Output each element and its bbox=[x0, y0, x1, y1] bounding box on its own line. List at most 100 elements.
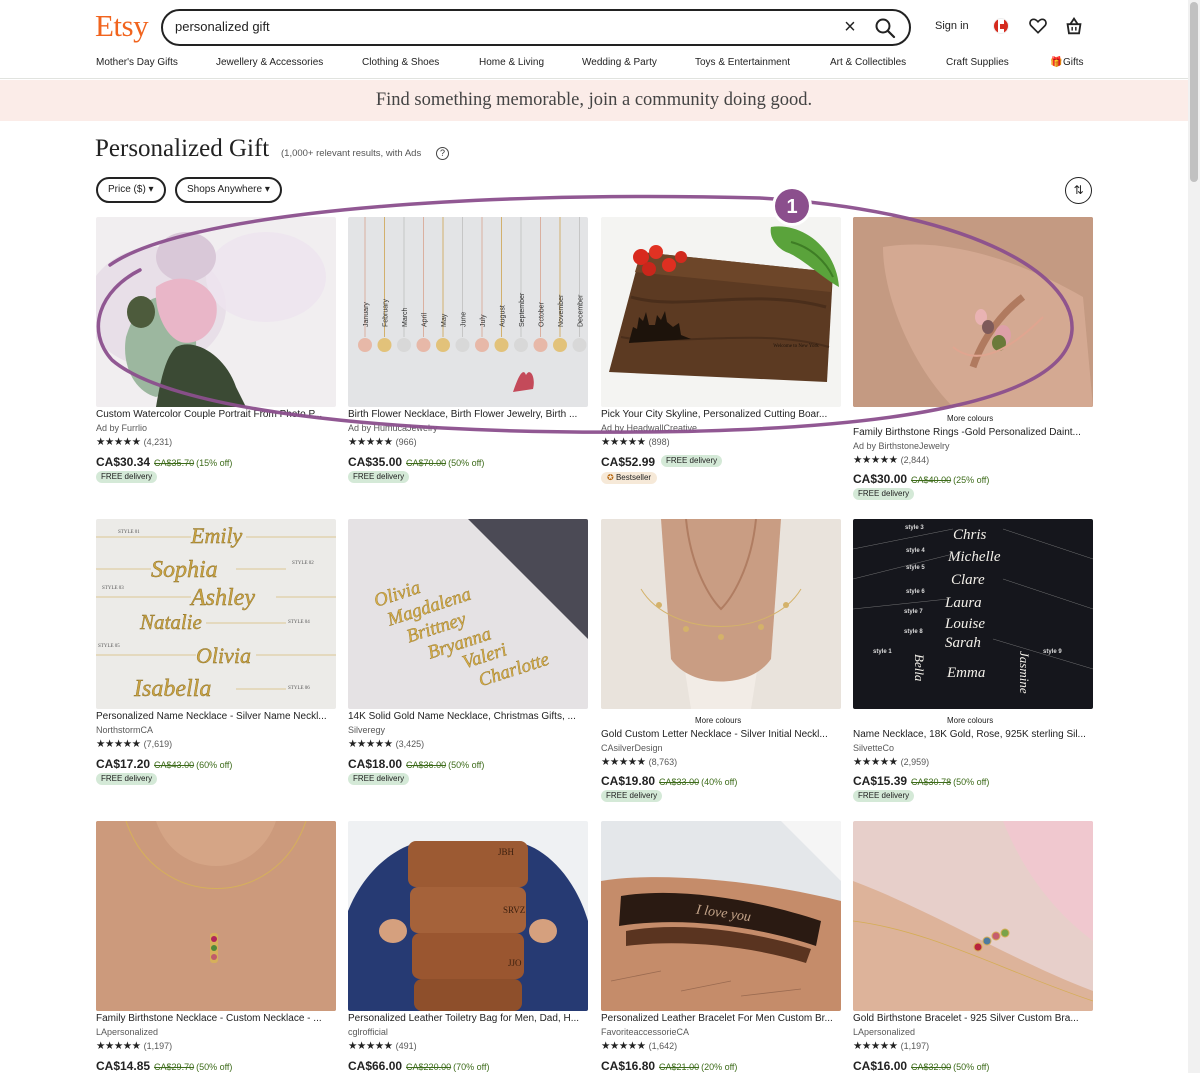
current-price: CA$18.00 bbox=[348, 757, 403, 771]
listing-title[interactable]: Pick Your City Skyline, Personalized Cut… bbox=[601, 409, 841, 420]
review-count: (7,619) bbox=[143, 739, 173, 749]
search-icon[interactable] bbox=[873, 16, 897, 40]
review-count: (3,425) bbox=[395, 739, 425, 749]
more-colours-badge: More colours bbox=[943, 413, 998, 424]
nav-art[interactable]: Art & Collectibles bbox=[830, 57, 906, 68]
discount: (50% off) bbox=[953, 1062, 990, 1072]
listing-title[interactable]: Personalized Leather Bracelet For Men Cu… bbox=[601, 1013, 841, 1024]
review-count: (2,844) bbox=[900, 455, 930, 465]
shop-name: cglrofficial bbox=[348, 1027, 388, 1037]
listing-title[interactable]: Custom Watercolor Couple Portrait From P… bbox=[96, 409, 336, 420]
shop-name: LApersonalized bbox=[96, 1027, 159, 1037]
nav-wedding[interactable]: Wedding & Party bbox=[582, 57, 657, 68]
current-price: CA$15.39 bbox=[853, 774, 908, 788]
listing-title[interactable]: Personalized Leather Toiletry Bag for Me… bbox=[348, 1013, 588, 1024]
name-chris: Chris bbox=[953, 527, 987, 543]
nav-mothers-day[interactable]: Mother's Day Gifts bbox=[96, 57, 178, 68]
listing-image[interactable] bbox=[96, 821, 336, 1011]
discount: (70% off) bbox=[453, 1062, 490, 1072]
price-filter-button[interactable]: Price ($) ▾ bbox=[96, 177, 166, 203]
free-delivery-badge: FREE delivery bbox=[853, 790, 915, 802]
listing-image[interactable] bbox=[853, 217, 1093, 407]
free-delivery-badge: FREE delivery bbox=[661, 455, 723, 467]
shop-name: Ad by HeadwallCreative bbox=[601, 423, 698, 433]
month-label: January bbox=[363, 302, 370, 327]
star-rating: ★★★★★ bbox=[601, 756, 646, 768]
month-label: February bbox=[383, 298, 390, 327]
nav-gifts-icon: 🎁 bbox=[1050, 57, 1063, 68]
shop-name: FavoriteaccessorieCA bbox=[601, 1027, 690, 1037]
nav-clothing[interactable]: Clothing & Shoes bbox=[362, 57, 439, 68]
style-label: STYLE 01 bbox=[118, 530, 140, 535]
price: CA$19.80 CA$33.00 (40% off) bbox=[601, 772, 737, 790]
cart-icon[interactable] bbox=[1063, 15, 1085, 37]
listing-image[interactable]: Chris Michelle Clare Laura Louise Sarah … bbox=[853, 519, 1093, 709]
style-label: STYLE 06 bbox=[288, 686, 310, 691]
listing-title[interactable]: Gold Custom Letter Necklace - Silver Ini… bbox=[601, 729, 841, 740]
nav-craft[interactable]: Craft Supplies bbox=[946, 57, 1009, 68]
page-scrollbar[interactable] bbox=[1188, 0, 1200, 1073]
sign-in-link[interactable]: Sign in bbox=[935, 20, 969, 32]
nav-jewellery[interactable]: Jewellery & Accessories bbox=[216, 57, 323, 68]
search-input[interactable] bbox=[175, 19, 815, 34]
listing-image[interactable] bbox=[601, 519, 841, 709]
month-label: May bbox=[441, 313, 448, 327]
price: CA$66.00 CA$220.00 (70% off) bbox=[348, 1057, 489, 1073]
discount: (60% off) bbox=[196, 760, 233, 770]
star-rating: ★★★★★ bbox=[96, 1040, 141, 1052]
price: CA$35.00 CA$70.00 (50% off) bbox=[348, 453, 484, 471]
pendant bbox=[416, 338, 431, 352]
etsy-logo[interactable]: Etsy bbox=[95, 8, 149, 44]
price: CA$15.39 CA$30.78 (50% off) bbox=[853, 772, 989, 790]
discount: (40% off) bbox=[701, 777, 738, 787]
listing-image[interactable]: I love you bbox=[601, 821, 841, 1011]
star-rating: ★★★★★ bbox=[348, 738, 393, 750]
rating: ★★★★★ (7,619) bbox=[96, 738, 172, 750]
promo-banner: Find something memorable, join a communi… bbox=[0, 80, 1188, 121]
listing-title[interactable]: Gold Birthstone Bracelet - 925 Silver Cu… bbox=[853, 1013, 1093, 1024]
help-icon[interactable]: ? bbox=[436, 147, 449, 160]
free-delivery-badge: FREE delivery bbox=[601, 790, 663, 802]
scrollbar-thumb[interactable] bbox=[1190, 2, 1198, 182]
pendant bbox=[358, 338, 372, 352]
pendant bbox=[377, 338, 392, 352]
rating: ★★★★★ (1,197) bbox=[853, 1040, 929, 1052]
current-price: CA$14.85 bbox=[96, 1059, 151, 1073]
heart-icon[interactable] bbox=[1028, 16, 1048, 36]
rating: ★★★★★ (491) bbox=[348, 1040, 417, 1052]
sort-icon[interactable]: ⇅ bbox=[1065, 177, 1092, 204]
listing-title[interactable]: Name Necklace, 18K Gold, Rose, 925K ster… bbox=[853, 729, 1093, 740]
listing-image[interactable] bbox=[96, 217, 336, 407]
nav-toys[interactable]: Toys & Entertainment bbox=[695, 57, 790, 68]
month-label: September bbox=[519, 292, 526, 327]
listing-image[interactable]: Olivia Magdalena Brittney Bryanna Valeri… bbox=[348, 519, 588, 709]
listing-image[interactable] bbox=[853, 821, 1093, 1011]
search-bar[interactable]: × bbox=[161, 9, 911, 46]
nav-gifts[interactable]: Gifts bbox=[1063, 57, 1084, 68]
listing-image[interactable]: JBH SRVZ JJO bbox=[348, 821, 588, 1011]
price: CA$17.20 CA$43.00 (60% off) bbox=[96, 755, 232, 773]
canada-flag-icon[interactable] bbox=[993, 18, 1009, 34]
listing-title[interactable]: Personalized Name Necklace - Silver Name… bbox=[96, 711, 336, 722]
shop-name: Ad by HumucaJewelry bbox=[348, 423, 438, 433]
listing-title[interactable]: Birth Flower Necklace, Birth Flower Jewe… bbox=[348, 409, 588, 420]
nav-home-living[interactable]: Home & Living bbox=[479, 57, 544, 68]
listing-image[interactable]: Welcome to New York bbox=[601, 217, 841, 407]
listing-title[interactable]: Family Birthstone Rings -Gold Personaliz… bbox=[853, 427, 1093, 438]
current-price: CA$30.00 bbox=[853, 472, 908, 486]
discount: (50% off) bbox=[448, 458, 485, 468]
star-rating: ★★★★★ bbox=[853, 1040, 898, 1052]
listing-image[interactable]: Emily Sophia Ashley Natalie Olivia Isabe… bbox=[96, 519, 336, 709]
free-delivery-badge: FREE delivery bbox=[96, 471, 158, 483]
name-clare: Clare bbox=[951, 572, 985, 588]
shops-anywhere-filter-button[interactable]: Shops Anywhere ▾ bbox=[175, 177, 282, 203]
star-rating: ★★★★★ bbox=[96, 738, 141, 750]
original-price: CA$36.00 bbox=[406, 760, 447, 770]
pendant bbox=[514, 338, 528, 352]
clear-icon[interactable]: × bbox=[839, 17, 861, 39]
listing-title[interactable]: Family Birthstone Necklace - Custom Neck… bbox=[96, 1013, 336, 1024]
discount: (25% off) bbox=[953, 475, 990, 485]
price: CA$52.99 bbox=[601, 453, 655, 471]
listing-title[interactable]: 14K Solid Gold Name Necklace, Christmas … bbox=[348, 711, 588, 722]
listing-image[interactable]: January February March April May June July Augu… bbox=[348, 217, 588, 407]
